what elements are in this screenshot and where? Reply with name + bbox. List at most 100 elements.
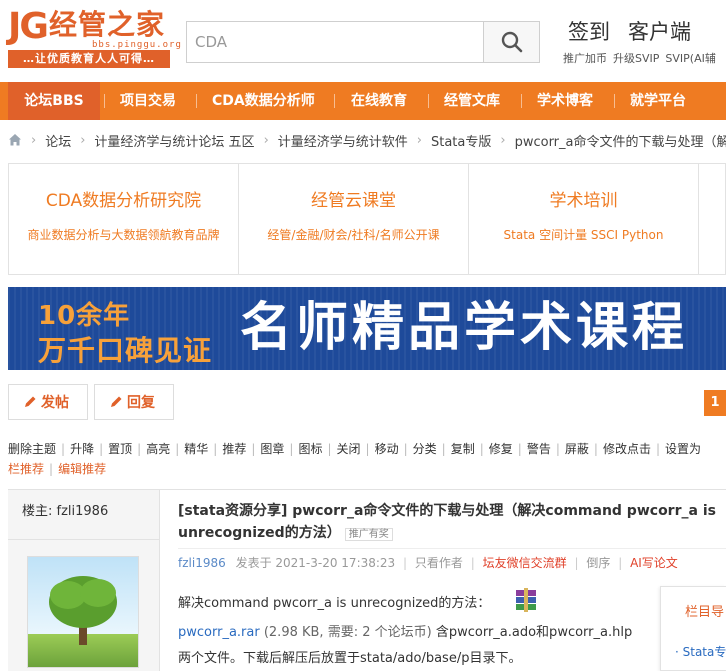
wechat-group-link[interactable]: 坛友微信交流群: [483, 556, 567, 570]
header-links: 签到 客户端: [568, 16, 709, 46]
breadcrumb-separator: ›: [500, 132, 506, 148]
search-icon: [501, 31, 522, 53]
attachment-link[interactable]: pwcorr_a.rar: [178, 625, 260, 640]
nav-divider: [614, 94, 615, 108]
mod-tool[interactable]: 置顶: [108, 442, 132, 456]
column-nav-box: 栏目导 · Stata专: [660, 586, 726, 671]
mod-tool-recommend[interactable]: 栏推荐: [8, 462, 44, 476]
mod-tool[interactable]: 警告: [527, 442, 551, 456]
mod-tool[interactable]: 关闭: [337, 442, 361, 456]
column-nav-item[interactable]: · Stata专: [675, 643, 726, 660]
breadcrumb-item[interactable]: Stata专版: [431, 131, 491, 150]
mod-tool[interactable]: 图章: [260, 442, 284, 456]
mod-tool[interactable]: 移动: [375, 442, 399, 456]
post-body-line: 解决command pwcorr_a is unrecognized的方法：: [178, 596, 491, 611]
mod-tool[interactable]: 分类: [413, 442, 437, 456]
nav-item-online-edu[interactable]: 在线教育: [351, 82, 407, 120]
first-post: 楼主: fzli1986 [stata资源分享] pwcorr_a命令文件的下载…: [8, 489, 726, 671]
promo-subtitle: 经管/金融/财会/社科/名师公开课: [267, 228, 440, 242]
nav-item-cda[interactable]: CDA数据分析师: [212, 82, 315, 120]
breadcrumb-item[interactable]: 计量经济学与统计论坛 五区: [94, 131, 254, 150]
upgrade-svip-link[interactable]: 升级SVIP: [613, 52, 659, 65]
reply-label: 回复: [127, 395, 155, 411]
search-input[interactable]: [187, 22, 483, 62]
breadcrumb-separator: ›: [31, 132, 37, 148]
breadcrumb-separator: ›: [263, 132, 269, 148]
mod-tool[interactable]: 修复: [489, 442, 513, 456]
nav-item-study[interactable]: 就学平台: [630, 82, 686, 120]
promo-cda[interactable]: CDA数据分析研究院 商业数据分析与大数据领航教育品牌: [9, 164, 239, 274]
page-number-current[interactable]: 1: [704, 390, 726, 416]
mod-tool[interactable]: 高亮: [146, 442, 170, 456]
new-post-button[interactable]: 发帖: [8, 384, 88, 420]
post-meta: fzli1986 发表于 2021-3-20 17:38:23 | 只看作者 |…: [178, 556, 678, 570]
site-header: JG 经管之家 bbs.pinggu.org …让优质教育人人可得… 签到客户端…: [0, 0, 726, 82]
pencil-icon: [111, 396, 122, 407]
nav-divider: [334, 94, 335, 108]
client-link[interactable]: 客户端: [628, 20, 691, 44]
promo-coin-link[interactable]: 推广加币: [563, 52, 607, 65]
promo-title: 经管云课堂: [311, 191, 396, 211]
promo-title: CDA数据分析研究院: [45, 191, 202, 211]
mod-tool[interactable]: 屏蔽: [565, 442, 589, 456]
reply-button[interactable]: 回复: [94, 384, 174, 420]
home-icon[interactable]: [8, 133, 22, 147]
breadcrumb-separator: ›: [80, 132, 86, 148]
search-button[interactable]: [483, 22, 539, 62]
pencil-icon: [25, 396, 36, 407]
breadcrumb-item[interactable]: 论坛: [45, 131, 71, 150]
nav-item-blog[interactable]: 学术博客: [537, 82, 593, 120]
promo-title: 学术培训: [549, 191, 618, 211]
divider: [178, 548, 726, 549]
author-panel: 楼主: fzli1986: [8, 490, 160, 671]
promo-reward-tag[interactable]: 推广有奖: [344, 528, 393, 541]
header-sub-links: 推广加币 升级SVIP SVIP(AI辅: [563, 50, 722, 66]
logo-url: bbs.pinggu.org: [92, 40, 182, 50]
logo-slogan: …让优质教育人人可得…: [8, 50, 170, 68]
nav-divider: [521, 94, 522, 108]
mod-tool[interactable]: 推荐: [222, 442, 246, 456]
svip-ai-link[interactable]: SVIP(AI辅: [665, 52, 715, 65]
nav-divider: [428, 94, 429, 108]
promo-cloud-class[interactable]: 经管云课堂 经管/金融/财会/社科/名师公开课: [239, 164, 469, 274]
mod-tool[interactable]: 修改点击: [603, 442, 651, 456]
mod-tool[interactable]: 删除主题: [8, 442, 56, 456]
ai-paper-link[interactable]: AI写论文: [630, 556, 678, 570]
breadcrumb-separator: ›: [416, 132, 422, 148]
post-title-text: [stata资源分享] pwcorr_a命令文件的下载与处理（解决command…: [178, 503, 716, 541]
breadcrumb-item[interactable]: 计量经济学与统计软件: [278, 131, 408, 150]
promo-training[interactable]: 学术培训 Stata 空间计量 SSCI Python: [469, 164, 699, 274]
new-post-label: 发帖: [41, 395, 69, 411]
promo-panel: CDA数据分析研究院 商业数据分析与大数据领航教育品牌 经管云课堂 经管/金融/…: [8, 163, 726, 275]
promo-subtitle: 商业数据分析与大数据领航教育品牌: [27, 228, 220, 242]
nav-divider: [196, 94, 197, 108]
attachment-desc: 含pwcorr_a.ado和pwcorr_a.hlp: [435, 625, 633, 640]
moderation-toolbar: 删除主题 | 升降 | 置顶 | 高亮 | 精华 | 推荐 | 图章 | 图标 | 关闭 | 移动 | 分类 | 复制 | 修复…: [8, 442, 702, 456]
attachment-info: (2.98 KB, 需要: 2 个论坛币): [263, 625, 432, 640]
checkin-link[interactable]: 签到: [568, 20, 610, 44]
banner-years: 10余年: [38, 301, 131, 331]
only-author-link[interactable]: 只看作者: [415, 556, 463, 570]
winrar-icon: [516, 588, 536, 612]
reverse-order-link[interactable]: 倒序: [586, 556, 610, 570]
mod-tool[interactable]: 升降: [70, 442, 94, 456]
avatar[interactable]: [27, 556, 139, 668]
moderation-toolbar-2: 栏推荐 | 编辑推荐: [8, 462, 107, 476]
nav-item-library[interactable]: 经管文库: [444, 82, 500, 120]
nav-item-trade[interactable]: 项目交易: [120, 82, 176, 120]
mod-tool[interactable]: 设置为: [665, 442, 701, 456]
post-time: 发表于 2021-3-20 17:38:23: [235, 556, 396, 570]
mod-tool[interactable]: 复制: [451, 442, 475, 456]
breadcrumb-current: pwcorr_a命令文件的下载与处理（解决: [514, 134, 726, 150]
post-author-link[interactable]: fzli1986: [178, 556, 226, 570]
course-banner[interactable]: 10余年 万千口碑见证 名师精品学术课程: [8, 287, 726, 370]
mod-tool-editor-pick[interactable]: 编辑推荐: [58, 462, 106, 476]
thread-starter[interactable]: 楼主: fzli1986: [8, 490, 160, 540]
post-body-line: 两个文件。下载后解压后放置于stata/ado/base/p目录下。: [178, 651, 522, 666]
nav-item-bbs[interactable]: 论坛BBS: [8, 82, 100, 120]
site-logo[interactable]: JG 经管之家 bbs.pinggu.org …让优质教育人人可得…: [8, 8, 181, 68]
search-box: [186, 21, 540, 63]
mod-tool[interactable]: 图标: [298, 442, 322, 456]
mod-tool[interactable]: 精华: [184, 442, 208, 456]
promo-subtitle: Stata 空间计量 SSCI Python: [503, 228, 664, 242]
